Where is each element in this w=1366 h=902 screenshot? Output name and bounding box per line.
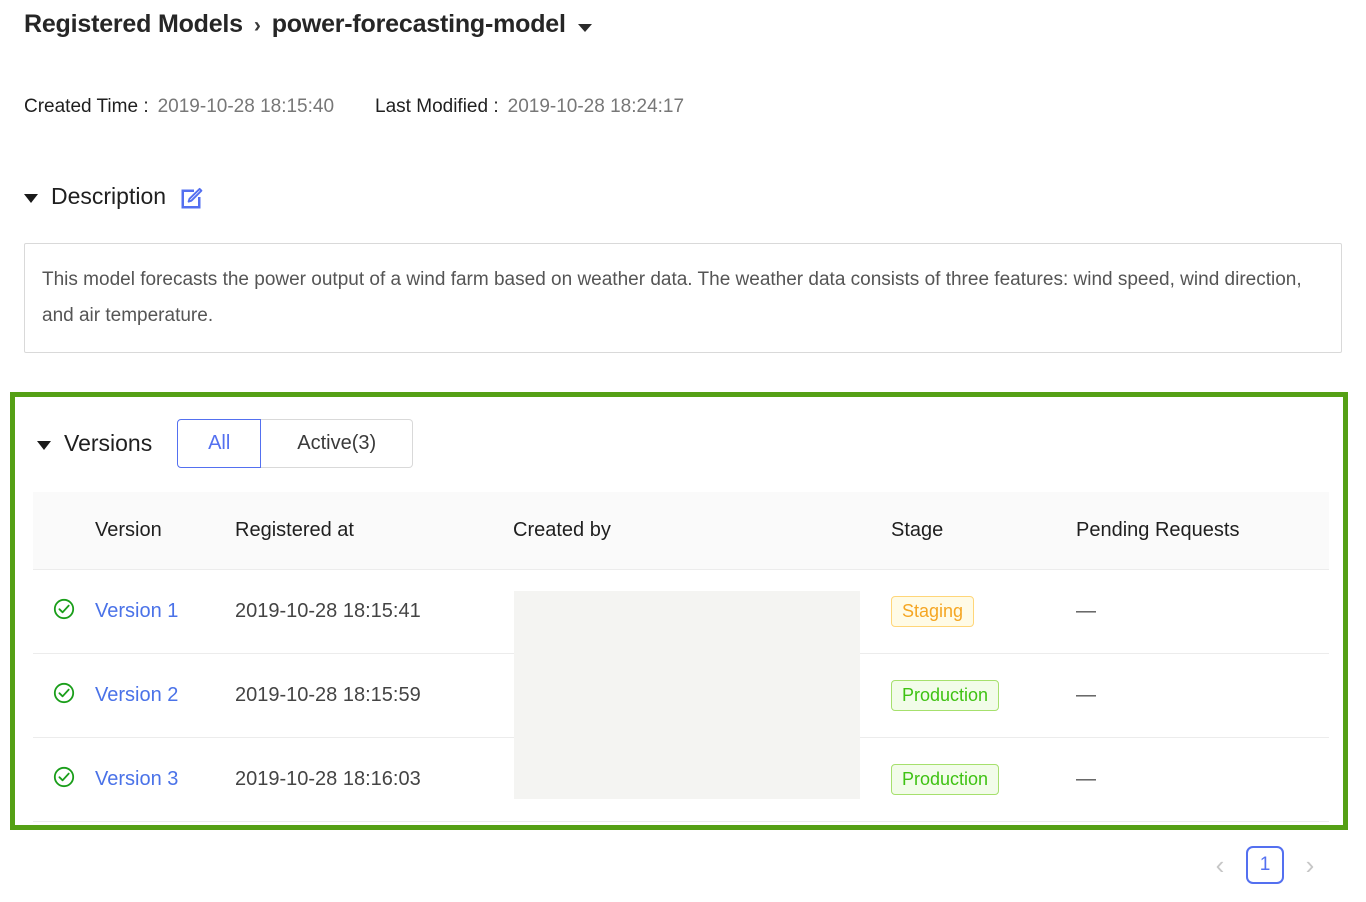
status-badge: Staging: [891, 596, 974, 627]
breadcrumb-registered-models-link[interactable]: Registered Models: [24, 10, 243, 39]
pending-requests-value: —: [1076, 768, 1096, 790]
versions-title: Versions: [64, 430, 152, 457]
status-badge: Production: [891, 680, 999, 711]
registered-at-value: 2019-10-28 18:15:59: [235, 684, 421, 706]
description-title: Description: [51, 183, 166, 210]
chevron-right-icon[interactable]: ›: [1295, 848, 1325, 882]
last-modified-value: 2019-10-28 18:24:17: [508, 96, 684, 118]
column-header-stage: Stage: [891, 492, 1076, 570]
page-number-1[interactable]: 1: [1246, 846, 1284, 884]
row-pending-requests-cell: —: [1076, 738, 1329, 822]
version-link[interactable]: Version 2: [95, 684, 178, 706]
row-pending-requests-cell: —: [1076, 570, 1329, 654]
column-header-status: [33, 492, 95, 570]
row-registered-at-cell: 2019-10-28 18:15:59: [235, 654, 513, 738]
collapse-triangle-icon[interactable]: [24, 194, 38, 203]
versions-collapse-triangle-icon[interactable]: [37, 441, 51, 450]
row-registered-at-cell: 2019-10-28 18:16:03: [235, 738, 513, 822]
chevron-left-icon[interactable]: ‹: [1205, 848, 1235, 882]
check-circle-icon: [53, 771, 75, 793]
version-link[interactable]: Version 3: [95, 768, 178, 790]
description-box: This model forecasts the power output of…: [24, 243, 1342, 353]
pending-requests-value: —: [1076, 600, 1096, 622]
breadcrumb-separator-icon: ›: [254, 14, 261, 38]
column-header-pending-requests: Pending Requests: [1076, 492, 1329, 570]
model-dropdown-caret-icon[interactable]: [578, 24, 592, 32]
row-status-cell: [33, 654, 95, 738]
registered-at-value: 2019-10-28 18:15:41: [235, 600, 421, 622]
last-modified-label: Last Modified :: [375, 96, 499, 118]
column-header-version: Version: [95, 492, 235, 570]
created-time-value: 2019-10-28 18:15:40: [158, 96, 334, 118]
check-circle-icon: [53, 603, 75, 625]
breadcrumb-model-name: power-forecasting-model: [272, 10, 566, 39]
tab-active[interactable]: Active(3): [261, 419, 413, 468]
version-link[interactable]: Version 1: [95, 600, 178, 622]
created-time-label: Created Time :: [24, 96, 149, 118]
model-metadata-row: Created Time : 2019-10-28 18:15:40 Last …: [24, 96, 684, 118]
check-circle-icon: [53, 687, 75, 709]
versions-section-header: Versions All Active(3): [37, 419, 413, 468]
edit-pencil-icon[interactable]: [179, 187, 203, 211]
row-stage-cell: Production: [891, 654, 1076, 738]
row-version-cell: Version 3: [95, 738, 235, 822]
versions-filter-tabs: All Active(3): [177, 419, 413, 468]
row-status-cell: [33, 570, 95, 654]
row-registered-at-cell: 2019-10-28 18:15:41: [235, 570, 513, 654]
row-stage-cell: Staging: [891, 570, 1076, 654]
description-section-header: Description: [24, 183, 203, 210]
description-text: This model forecasts the power output of…: [42, 262, 1325, 334]
row-status-cell: [33, 738, 95, 822]
row-pending-requests-cell: —: [1076, 654, 1329, 738]
created-by-redaction-overlay: [514, 591, 860, 799]
pending-requests-value: —: [1076, 684, 1096, 706]
status-badge: Production: [891, 764, 999, 795]
registered-at-value: 2019-10-28 18:16:03: [235, 768, 421, 790]
tab-all[interactable]: All: [177, 419, 261, 468]
column-header-created-by: Created by: [513, 492, 891, 570]
pagination: ‹ 1 ›: [1205, 846, 1325, 884]
row-stage-cell: Production: [891, 738, 1076, 822]
table-header-row: Version Registered at Created by Stage P…: [33, 492, 1329, 570]
row-version-cell: Version 1: [95, 570, 235, 654]
column-header-registered-at: Registered at: [235, 492, 513, 570]
versions-table-header: Version Registered at Created by Stage P…: [33, 492, 1329, 570]
row-version-cell: Version 2: [95, 654, 235, 738]
breadcrumb: Registered Models › power-forecasting-mo…: [24, 10, 592, 39]
